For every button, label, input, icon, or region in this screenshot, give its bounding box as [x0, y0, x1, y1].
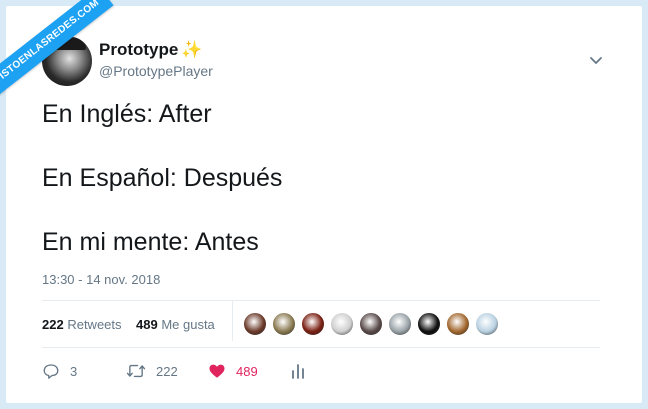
sparkle-icon: ✨ [181, 40, 203, 59]
tweet-line: En Inglés: After [42, 100, 212, 128]
reply-icon [43, 364, 59, 379]
liker-avatar[interactable] [388, 312, 412, 336]
retweets-label: Retweets [67, 317, 122, 332]
stats-separator [232, 301, 233, 341]
tweet-actions: 3 222 489 [42, 362, 342, 386]
author-handle[interactable]: @PrototypePlayer [99, 63, 213, 79]
tweet-card: VISTOENLASREDES.COM Prototype ✨ @Prototyp… [0, 0, 642, 403]
author-name[interactable]: Prototype ✨ [99, 40, 203, 60]
liker-avatar[interactable] [272, 312, 296, 336]
likes-count: 489 [135, 317, 158, 332]
reply-button[interactable]: 3 [42, 362, 77, 380]
retweet-button[interactable]: 222 [126, 362, 178, 380]
chevron-down-icon[interactable] [588, 52, 604, 68]
likes-label: Me gusta [161, 317, 215, 332]
heart-icon [209, 364, 225, 378]
liker-avatar[interactable] [330, 312, 354, 336]
tweet-line: En Español: Después [42, 164, 283, 192]
retweets-stat[interactable]: 222 Retweets [42, 317, 122, 332]
divider [42, 300, 600, 301]
liker-avatar[interactable] [417, 312, 441, 336]
liker-avatar[interactable] [475, 312, 499, 336]
reply-count: 3 [70, 363, 78, 379]
liker-avatar[interactable] [359, 312, 383, 336]
tweet-timestamp[interactable]: 13:30 - 14 nov. 2018 [42, 272, 160, 287]
liker-avatar[interactable] [301, 312, 325, 336]
divider [42, 347, 600, 348]
analytics-icon [292, 364, 304, 379]
retweet-count: 222 [156, 363, 178, 379]
engagement-stats: 222 Retweets 489 Me gusta [42, 317, 215, 332]
likes-stat[interactable]: 489 Me gusta [136, 317, 215, 332]
liker-avatar[interactable] [446, 312, 470, 336]
author-name-text: Prototype [99, 40, 179, 59]
liker-avatar[interactable] [243, 312, 267, 336]
like-button[interactable]: 489 [208, 362, 258, 380]
analytics-button[interactable] [290, 362, 316, 380]
like-count: 489 [236, 363, 258, 379]
retweets-count: 222 [42, 317, 64, 332]
retweet-icon [126, 364, 146, 378]
tweet-text: En Inglés: After En Español: Después En … [42, 98, 282, 290]
